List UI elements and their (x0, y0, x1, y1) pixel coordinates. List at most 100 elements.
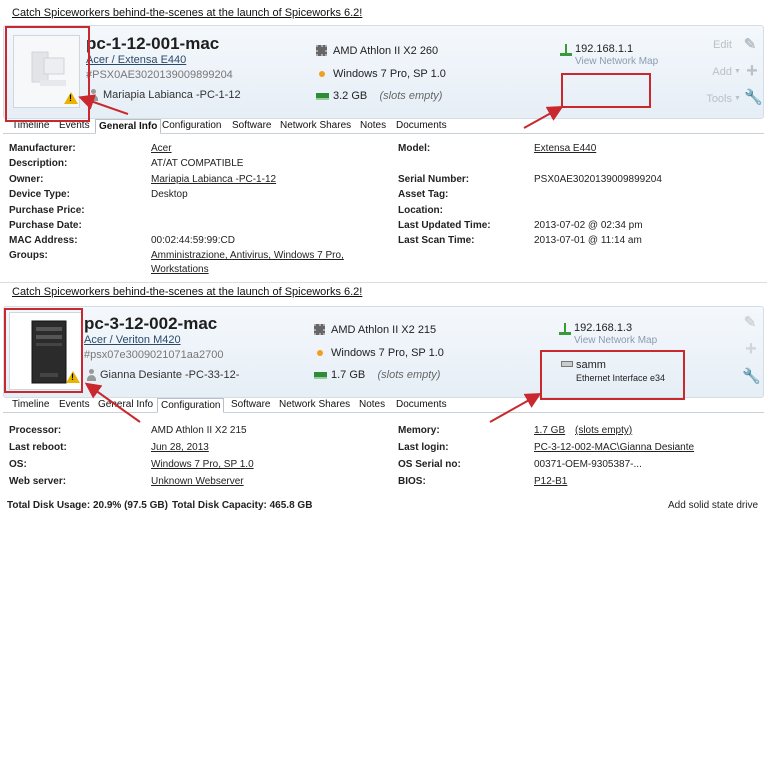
info-label: Groups: (9, 250, 48, 261)
info-label: Description: (9, 158, 68, 169)
view-network-map-link[interactable]: View Network Map (574, 335, 657, 346)
spiceworks-banner-link[interactable]: Catch Spiceworkers behind-the-scenes at … (12, 7, 362, 19)
windows-icon (317, 350, 323, 356)
plus-icon[interactable]: + (743, 339, 759, 359)
config-label: OS Serial no: (398, 459, 461, 470)
windows-icon (319, 71, 325, 77)
edit-button-label[interactable]: Edit (704, 39, 732, 51)
device-name: pc-3-12-002-mac (84, 314, 218, 333)
network-icon (559, 323, 571, 335)
info-label: Purchase Date: (9, 220, 82, 231)
ip-address: 192.168.1.1 (575, 43, 634, 55)
info-label: Location: (398, 205, 443, 216)
groups-link[interactable]: Workstations (151, 264, 209, 275)
ram-spec: 1.7 GB (slots empty) (331, 369, 440, 381)
memory-icon (316, 93, 329, 100)
wrench-icon[interactable]: 🔧 (744, 90, 763, 106)
add-button-label[interactable]: Add (704, 66, 732, 78)
annotation-box-interface-2 (540, 350, 685, 400)
last-scan-value: 2013-07-01 @ 11:14 am (534, 235, 642, 246)
os-link[interactable]: Windows 7 Pro, SP 1.0 (151, 459, 254, 470)
tools-button-label[interactable]: Tools (698, 93, 732, 105)
os-serial-value: 00371-OEM-9305387-... (534, 459, 642, 470)
device-serial: #PSX0AE3020139009899204 (86, 69, 233, 81)
info-label: Model: (398, 143, 431, 154)
device-panel-1: Catch Spiceworkers behind-the-scenes at … (0, 0, 767, 283)
plus-icon[interactable]: + (744, 61, 760, 81)
config-label: Last reboot: (9, 442, 67, 453)
config-label: Processor: (9, 425, 62, 436)
device-model-link[interactable]: Acer / Veriton M420 (84, 334, 181, 346)
owner-link[interactable]: Mariapia Labianca -PC-1-12 (151, 174, 276, 185)
tab-software[interactable]: Software (229, 119, 274, 134)
tab-documents[interactable]: Documents (393, 398, 450, 413)
device-tabs: Timeline Events General Info Configurati… (3, 119, 764, 134)
pencil-icon[interactable]: ✎ (742, 315, 758, 331)
device-owner: Gianna Desiante -PC-33-12- (100, 369, 240, 381)
annotation-box-thumbnail-2 (4, 308, 83, 393)
device-serial: #psx07e3009021071aa2700 (84, 349, 224, 361)
disk-usage: Total Disk Usage: 20.9% (97.5 GB) (7, 500, 168, 510)
tab-notes[interactable]: Notes (356, 398, 388, 413)
last-reboot-link[interactable]: Jun 28, 2013 (151, 442, 209, 453)
cpu-spec: AMD Athlon II X2 215 (331, 324, 437, 336)
tab-network-shares[interactable]: Network Shares (277, 119, 354, 134)
memory-slots-link[interactable]: (slots empty) (575, 425, 632, 436)
wrench-icon[interactable]: 🔧 (742, 369, 761, 385)
processor-value: AMD Athlon II X2 215 (151, 425, 247, 436)
cpu-icon (314, 324, 325, 335)
ram-slots-note: (slots empty) (377, 369, 441, 381)
tab-events[interactable]: Events (56, 398, 93, 413)
info-label: Asset Tag: (398, 189, 449, 200)
config-label: OS: (9, 459, 27, 470)
add-dropdown-chevron-icon[interactable]: ▼ (734, 68, 741, 75)
device-type-value: Desktop (151, 189, 188, 200)
info-label: Manufacturer: (9, 143, 76, 154)
info-label: Purchase Price: (9, 205, 85, 216)
tab-configuration[interactable]: Configuration (157, 398, 225, 413)
manufacturer-link[interactable]: Acer (151, 143, 172, 154)
description-value: AT/AT COMPATIBLE (151, 158, 244, 169)
groups-link[interactable]: Amministrazione, Antivirus, Windows 7 Pr… (151, 250, 344, 261)
ram-spec: 3.2 GB (slots empty) (333, 90, 442, 102)
tab-notes[interactable]: Notes (357, 119, 389, 134)
memory-icon (314, 372, 327, 379)
info-label: Serial Number: (398, 174, 470, 185)
tab-software[interactable]: Software (228, 398, 273, 413)
info-label: Last Scan Time: (398, 235, 475, 246)
bios-link[interactable]: P12-B1 (534, 476, 567, 487)
config-label: BIOS: (398, 476, 426, 487)
cpu-spec: AMD Athlon II X2 260 (333, 45, 439, 57)
tools-dropdown-chevron-icon[interactable]: ▼ (734, 95, 741, 102)
memory-link[interactable]: 1.7 GB (534, 425, 565, 436)
os-spec: Windows 7 Pro, SP 1.0 (333, 68, 446, 80)
web-server-link[interactable]: Unknown Webserver (151, 476, 244, 487)
model-link[interactable]: Extensa E440 (534, 143, 596, 154)
tab-timeline[interactable]: Timeline (9, 398, 52, 413)
device-name: pc-1-12-001-mac (86, 34, 220, 53)
tab-configuration[interactable]: Configuration (159, 119, 224, 134)
spiceworks-banner-link[interactable]: Catch Spiceworkers behind-the-scenes at … (12, 286, 362, 298)
tab-general-info[interactable]: General Info (95, 398, 156, 413)
mac-address-value: 00:02:44:59:99:CD (151, 235, 235, 246)
tab-documents[interactable]: Documents (393, 119, 450, 134)
device-tabs: Timeline Events General Info Configurati… (3, 398, 764, 413)
ram-slots-note: (slots empty) (379, 90, 443, 102)
ip-address: 192.168.1.3 (574, 322, 633, 334)
tab-general-info[interactable]: General Info (95, 119, 162, 134)
view-network-map-link[interactable]: View Network Map (575, 56, 658, 67)
info-label: Last Updated Time: (398, 220, 491, 231)
ram-size: 1.7 GB (331, 369, 366, 381)
last-updated-value: 2013-07-02 @ 02:34 pm (534, 220, 643, 231)
tab-network-shares[interactable]: Network Shares (276, 398, 353, 413)
disk-capacity: Total Disk Capacity: 465.8 GB (172, 500, 313, 510)
user-icon (86, 369, 97, 381)
add-ssd-link[interactable]: Add solid state drive (668, 500, 758, 510)
annotation-box-thumbnail-1 (5, 26, 90, 122)
device-model-link[interactable]: Acer / Extensa E440 (86, 54, 186, 66)
config-label: Last login: (398, 442, 449, 453)
info-label: Device Type: (9, 189, 70, 200)
ram-size: 3.2 GB (333, 90, 368, 102)
pencil-icon[interactable]: ✎ (742, 37, 758, 53)
last-login-link[interactable]: PC-3-12-002-MAC\Gianna Desiante (534, 442, 694, 453)
